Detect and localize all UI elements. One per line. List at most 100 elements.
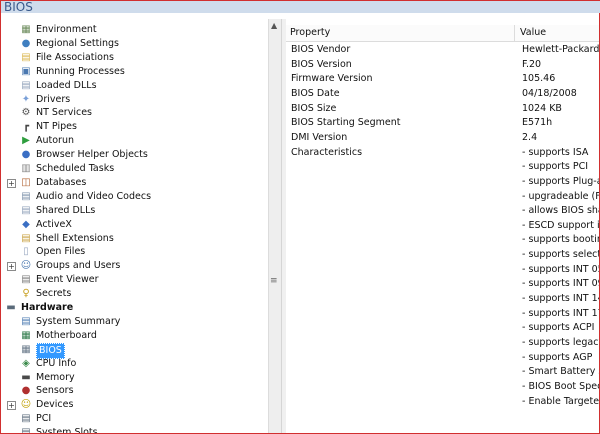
tree-item-label: Audio and Video Codecs	[36, 190, 152, 202]
property-value: - supports INT 17 p	[522, 307, 599, 319]
column-divider[interactable]	[514, 25, 515, 41]
property-name: BIOS Size	[291, 102, 337, 114]
memory-icon: ▬	[21, 371, 31, 383]
list-row[interactable]: - Enable Targeted C	[286, 395, 599, 409]
property-value: - supports booting	[522, 234, 599, 246]
list-row[interactable]: - supports Plug-and	[286, 175, 599, 189]
list-row[interactable]: Characteristics - supports ISA	[286, 146, 599, 160]
databases-icon: ◫	[21, 176, 31, 188]
list-row[interactable]: BIOS Version F.20	[286, 58, 599, 72]
tree-item-label: Scheduled Tasks	[36, 163, 115, 174]
property-value: - supports INT 09 a	[522, 278, 599, 290]
key-icon: ♀	[22, 288, 30, 300]
list-row[interactable]: - supports selectab	[286, 248, 599, 262]
property-value: - supports selectab	[522, 249, 599, 261]
users-icon: ☺	[20, 260, 32, 272]
environment-icon: ▦	[21, 24, 31, 35]
shell-icon: ▤	[21, 232, 31, 244]
property-value: Hewlett-Packard	[522, 44, 599, 55]
tree-item-label: Loaded DLLs	[36, 79, 97, 91]
list-row[interactable]: - supports ACPI	[286, 321, 599, 335]
processes-icon: ▣	[21, 65, 31, 77]
property-value: - Enable Targeted C	[522, 395, 599, 407]
browser-icon: ●	[21, 149, 31, 161]
hardware-icon: ▬	[6, 302, 16, 313]
tree-item-label: Drivers	[36, 93, 71, 105]
property-list: Property Value BIOS Vendor Hewlett-Packar…	[286, 19, 599, 433]
tree-item-label: Shared DLLs	[36, 204, 96, 216]
column-header-property[interactable]: Property	[290, 27, 330, 38]
list-row[interactable]: - supports legacy U	[286, 336, 599, 350]
property-value: 105.46	[522, 73, 556, 85]
tree-item-label: Motherboard	[36, 329, 97, 341]
list-row[interactable]: BIOS Starting Segment E571h	[286, 116, 599, 130]
property-value: - supports legacy U	[522, 337, 599, 348]
event-viewer-icon: ▤	[21, 274, 31, 286]
devices-icon: ☺	[20, 399, 32, 411]
property-name: Firmware Version	[291, 73, 373, 85]
splitter-grip-icon[interactable]: ≡	[270, 276, 278, 286]
open-files-icon: ▯	[23, 246, 29, 258]
tree-item-label: Event Viewer	[36, 274, 99, 286]
list-row[interactable]: - BIOS Boot Specifi	[286, 380, 599, 394]
list-row[interactable]: DMI Version 2.4	[286, 131, 599, 145]
property-name: BIOS Vendor	[291, 44, 351, 55]
property-value: - supports AGP	[522, 351, 593, 363]
list-row[interactable]: - ESCD support is a	[286, 219, 599, 233]
tree-scrollbar[interactable]: ▲	[268, 19, 281, 433]
expand-icon[interactable]: +	[7, 262, 16, 272]
column-header-value[interactable]: Value	[520, 27, 546, 38]
tree-item-label: Shell Extensions	[36, 232, 114, 244]
list-row[interactable]: - supports AGP	[286, 351, 599, 365]
property-name: BIOS Version	[291, 58, 352, 70]
sensors-icon: ●	[21, 385, 31, 397]
tree-item-label: NT Pipes	[36, 121, 77, 133]
property-value: - supports INT 05 p	[522, 263, 599, 275]
tree-item-label: Browser Helper Objects	[36, 149, 148, 161]
globe-icon: ●	[21, 37, 31, 49]
list-row[interactable]: - supports INT 17 p	[286, 307, 599, 321]
list-row[interactable]: - supports booting	[286, 233, 599, 247]
tree-item-label: Autorun	[36, 135, 75, 147]
list-row[interactable]: - supports INT 05 p	[286, 263, 599, 277]
property-name: Characteristics	[291, 146, 363, 158]
list-row[interactable]: Firmware Version 105.46	[286, 72, 599, 86]
property-value: 2.4	[522, 131, 538, 143]
property-value: - supports ACPI	[522, 322, 595, 334]
property-value: - supports ISA	[522, 146, 589, 158]
services-icon: ⚙	[21, 107, 31, 119]
tree-item-label: CPU Info	[36, 357, 77, 369]
tree-item-label: NT Services	[36, 107, 92, 119]
tree-item-label: Environment	[36, 24, 97, 35]
tree-item-label: System Slots	[36, 427, 98, 433]
property-value: - supports Plug-and	[522, 175, 599, 187]
pipes-icon: ┏	[22, 121, 30, 133]
list-row[interactable]: - allows BIOS shado	[286, 204, 599, 218]
tree-item-label: Secrets	[36, 288, 72, 300]
list-row[interactable]: - supports PCI	[286, 160, 599, 174]
property-name: DMI Version	[291, 131, 348, 143]
tree-item-label: Hardware	[21, 302, 74, 313]
motherboard-icon: ▦	[21, 329, 31, 341]
list-row[interactable]: BIOS Date 04/18/2008	[286, 87, 599, 101]
property-name: BIOS Date	[291, 87, 340, 99]
property-value: - allows BIOS shado	[522, 205, 599, 217]
scroll-up-arrow-icon[interactable]: ▲	[271, 21, 277, 30]
expand-icon[interactable]: +	[7, 401, 16, 411]
expand-icon[interactable]: +	[7, 178, 16, 188]
list-row[interactable]: - supports INT 14 s	[286, 292, 599, 306]
list-row[interactable]: BIOS Size 1024 KB	[286, 102, 599, 116]
property-value: - ESCD support is a	[522, 219, 599, 231]
list-row[interactable]: - Smart Battery sup	[286, 365, 599, 379]
drivers-icon: ✦	[21, 93, 31, 105]
pci-icon: ▤	[21, 413, 31, 425]
list-row[interactable]: BIOS Vendor Hewlett-Packard	[286, 43, 599, 57]
tree-item-label: System Summary	[36, 315, 121, 327]
tree-item-label: Sensors	[36, 385, 74, 397]
navigation-tree[interactable]: ▦ Environment ● Regional Settings ▤ File Asso…	[1, 19, 269, 433]
tree-item-label: ActiveX	[36, 218, 72, 230]
list-row[interactable]: - supports INT 09 a	[286, 277, 599, 291]
autorun-icon: ▶	[22, 135, 30, 147]
list-row[interactable]: - upgradeable (Flas	[286, 190, 599, 204]
property-value: - upgradeable (Flas	[522, 190, 599, 202]
